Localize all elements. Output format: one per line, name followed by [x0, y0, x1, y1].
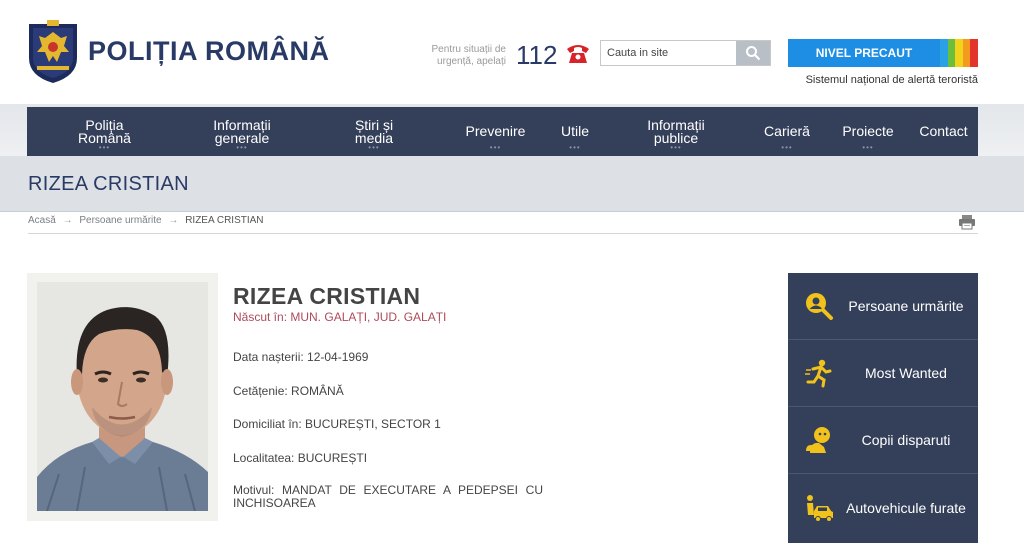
nav-dropdown-dots: •••	[368, 143, 380, 152]
nav-item-label: Utile	[560, 123, 589, 139]
running-person-icon	[805, 359, 832, 388]
person-birth-date: Data nașterii: 12-04-1969	[233, 350, 369, 364]
sidebar-item-autovehicule-furate[interactable]: Autovehicule furate	[788, 474, 978, 541]
sidebar-menu: Persoane urmărite Most Wanted Copii disp…	[788, 273, 978, 543]
nav-item-label: Informații generale	[213, 116, 271, 146]
person-motive: Motivul: MANDAT DE EXECUTARE A PEDEPSEI …	[233, 483, 543, 510]
breadcrumb-section-link[interactable]: Persoane urmărite	[79, 215, 161, 226]
alert-system-subtitle[interactable]: Sistemul național de alertă teroristă	[788, 74, 978, 86]
terror-alert-level-button[interactable]: NIVEL PRECAUT	[788, 39, 978, 67]
person-citizenship: Cetățenie: ROMÂNĂ	[233, 384, 344, 398]
alert-level-label: NIVEL PRECAUT	[815, 46, 913, 60]
search-input[interactable]	[601, 41, 737, 65]
nav-item-label: Prevenire	[465, 123, 526, 139]
breadcrumb-separator: →	[62, 215, 73, 226]
search-person-icon	[806, 293, 833, 320]
nav-item-cariera[interactable]: Carieră •••	[747, 107, 827, 156]
nav-item-label: Informații publice	[647, 116, 705, 146]
nav-item-prevenire[interactable]: Prevenire •••	[446, 107, 545, 156]
search-icon	[746, 46, 761, 61]
person-locality: Localitatea: BUCUREȘTI	[233, 451, 368, 465]
nav-item-informatii-publice[interactable]: Informații publice •••	[605, 107, 747, 156]
search-button[interactable]	[736, 41, 770, 65]
breadcrumb-divider	[28, 233, 978, 234]
sidebar-item-most-wanted[interactable]: Most Wanted	[788, 340, 978, 407]
sidebar-item-label: Copii disparuti	[861, 432, 951, 448]
nav-dropdown-dots: •••	[569, 143, 581, 152]
nav-item-label: Știri și media	[354, 116, 394, 146]
alert-color-swatch	[970, 39, 978, 67]
emergency-number: 112	[516, 40, 558, 70]
stolen-car-icon	[807, 494, 833, 522]
nav-item-contact[interactable]: Contact	[909, 107, 978, 156]
sidebar-item-label: Persoane urmărite	[848, 298, 964, 314]
site-brand-title[interactable]: POLIȚIA ROMÂNĂ	[88, 36, 329, 67]
person-portrait-image	[37, 282, 208, 511]
emergency-text: Pentru situații de urgență, apelați	[431, 44, 507, 67]
print-icon[interactable]	[958, 214, 976, 230]
alert-color-swatch	[947, 39, 956, 67]
nav-item-label: Poliția Română	[78, 116, 131, 146]
page-title: RIZEA CRISTIAN	[28, 173, 189, 195]
nav-item-label: Contact	[919, 123, 968, 139]
person-domicile: Domiciliat în: BUCUREȘTI, SECTOR 1	[233, 417, 441, 431]
nav-item-stiri-si-media[interactable]: Știri și media •••	[302, 107, 446, 156]
missing-child-icon	[806, 427, 830, 453]
police-crest-logo-icon[interactable]	[27, 18, 79, 84]
breadcrumb: Acasă → Persoane urmărite → RIZEA CRISTI…	[28, 215, 264, 226]
person-name: RIZEA CRISTIAN	[233, 283, 421, 309]
alert-color-swatch	[955, 39, 963, 67]
nav-item-label: Carieră	[764, 123, 810, 139]
alert-color-scale	[940, 39, 978, 67]
main-navigation: Poliția Română ••• Informații generale •…	[27, 107, 978, 156]
person-photo-frame	[27, 273, 218, 521]
nav-wrapper: Poliția Română ••• Informații generale •…	[0, 104, 1024, 156]
person-birthplace: Născut în: MUN. GALAȚI, JUD. GALAȚI	[233, 310, 447, 324]
nav-item-utile[interactable]: Utile •••	[545, 107, 605, 156]
person-photo	[37, 282, 208, 511]
nav-item-label: Proiecte	[842, 123, 894, 139]
sidebar-item-copii-disparuti[interactable]: Copii disparuti	[788, 407, 978, 474]
nav-dropdown-dots: •••	[489, 143, 502, 152]
nav-dropdown-dots: •••	[781, 143, 793, 152]
page-title-band: RIZEA CRISTIAN	[0, 156, 1024, 212]
nav-dropdown-dots: •••	[98, 143, 111, 152]
sidebar-item-label: Most Wanted	[865, 365, 947, 381]
breadcrumb-separator: →	[168, 215, 179, 226]
breadcrumb-current: RIZEA CRISTIAN	[185, 215, 264, 226]
nav-dropdown-dots: •••	[670, 143, 682, 152]
nav-dropdown-dots: •••	[236, 143, 248, 152]
sidebar-item-persoane-urmarite[interactable]: Persoane urmărite	[788, 273, 978, 340]
breadcrumb-home-link[interactable]: Acasă	[28, 215, 56, 226]
alert-color-swatch	[940, 39, 948, 67]
nav-item-proiecte[interactable]: Proiecte •••	[827, 107, 909, 156]
sidebar-item-label: Autovehicule furate	[846, 499, 966, 516]
site-header: POLIȚIA ROMÂNĂ Pentru situații de urgenț…	[0, 0, 1024, 104]
nav-item-politia-romana[interactable]: Poliția Română •••	[27, 107, 182, 156]
nav-dropdown-dots: •••	[862, 143, 874, 152]
alert-color-swatch	[962, 39, 971, 67]
search-box	[600, 40, 771, 66]
nav-item-informatii-generale[interactable]: Informații generale •••	[182, 107, 302, 156]
phone-icon	[567, 45, 589, 63]
